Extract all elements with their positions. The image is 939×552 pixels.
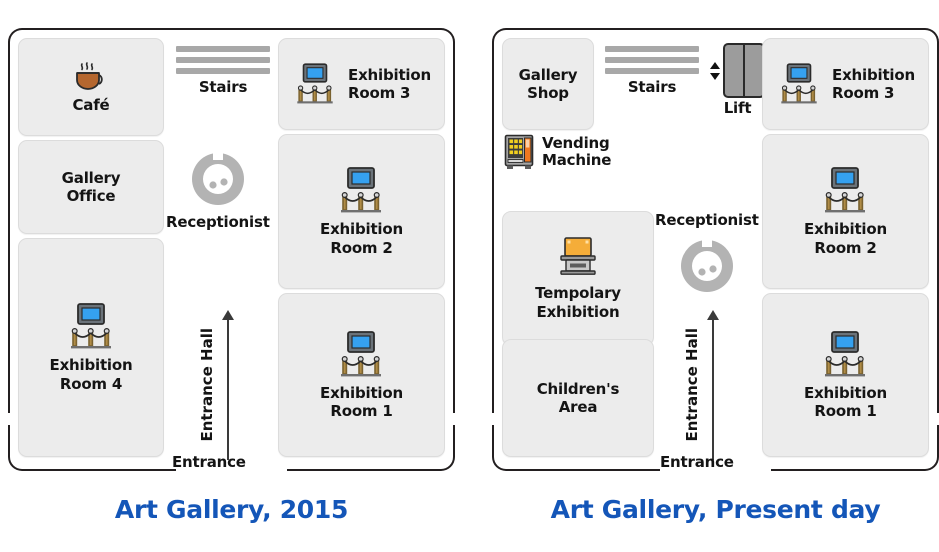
framed-painting-icon <box>819 166 871 216</box>
room-label: Exhibition Room 2 <box>320 220 403 257</box>
coffee-cup-icon <box>73 60 109 92</box>
feature-label: Receptionist <box>655 211 759 229</box>
room-exhibition-room-2[interactable]: Exhibition Room 2 <box>762 134 929 289</box>
room-exhibition-room-3[interactable]: Exhibition Room 3 <box>278 38 445 130</box>
entrance-label: Entrance <box>660 453 734 471</box>
room-exhibition-room-3[interactable]: Exhibition Room 3 <box>762 38 929 130</box>
framed-painting-icon <box>65 302 117 352</box>
stairs-icon <box>176 46 270 74</box>
lift-icon <box>710 43 765 98</box>
feature-lift[interactable]: Lift <box>710 43 765 117</box>
room-childrens-area[interactable]: Children's Area <box>502 339 654 457</box>
entrance-label: Entrance <box>172 453 246 471</box>
up-down-arrows-icon <box>710 61 720 80</box>
room-label: Café <box>72 95 110 114</box>
room-tempolary-exhibition[interactable]: Tempolary Exhibition <box>502 211 654 346</box>
reception-desk-icon <box>676 235 738 297</box>
room-label: Exhibition Room 1 <box>804 383 887 420</box>
room-label: Exhibition Room 3 <box>832 65 915 102</box>
framed-painting-icon <box>335 166 387 216</box>
feature-receptionist: Receptionist <box>166 148 270 231</box>
room-label: Exhibition Room 3 <box>348 65 431 102</box>
entrance-hall-label: Entrance Hall <box>198 328 216 442</box>
room-label: Gallery Shop <box>518 65 578 102</box>
room-exhibition-room-2[interactable]: Exhibition Room 2 <box>278 134 445 289</box>
framed-painting-icon <box>335 330 387 380</box>
room-label: Exhibition Room 1 <box>320 383 403 420</box>
feature-label: Stairs <box>198 78 248 96</box>
room-exhibition-room-4[interactable]: Exhibition Room 4 <box>18 238 164 457</box>
room-cafe[interactable]: Café <box>18 38 164 136</box>
display-stand-icon <box>555 236 601 280</box>
room-gallery-shop[interactable]: Gallery Shop <box>502 38 594 130</box>
framed-painting-icon <box>819 330 871 380</box>
feature-stairs: Stairs <box>605 46 699 96</box>
entrance-hall-2015: Entrance Hall <box>198 310 234 460</box>
room-exhibition-room-1[interactable]: Exhibition Room 1 <box>762 293 929 457</box>
feature-label: Receptionist <box>166 213 270 231</box>
room-gallery-office[interactable]: Gallery Office <box>18 140 164 234</box>
up-arrow-icon <box>707 310 719 460</box>
floor-plan-gallery-present-day: Gallery Shop Vending Machine Tempolary E… <box>492 28 939 471</box>
feature-stairs: Stairs <box>176 46 270 96</box>
room-label: Exhibition Room 2 <box>804 220 887 257</box>
room-label: Tempolary Exhibition <box>535 284 621 321</box>
feature-receptionist: Receptionist <box>655 211 759 297</box>
room-label: Gallery Office <box>61 168 121 205</box>
framed-painting-icon <box>776 62 822 107</box>
room-label: Exhibition Room 4 <box>49 356 133 393</box>
framed-painting-icon <box>292 62 338 107</box>
caption-gallery-present-day: Art Gallery, Present day <box>550 495 881 524</box>
room-label: Children's Area <box>536 379 620 416</box>
feature-label: Lift <box>723 99 752 117</box>
reception-desk-icon <box>187 148 249 210</box>
caption-gallery-2015: Art Gallery, 2015 <box>114 495 349 524</box>
up-arrow-icon <box>222 310 234 460</box>
floor-plan-gallery-2015: Café Gallery Office Exhibition Room 4 St… <box>8 28 455 471</box>
room-exhibition-room-1[interactable]: Exhibition Room 1 <box>278 293 445 457</box>
feature-label: Vending Machine <box>542 133 612 169</box>
feature-vending-machine: Vending Machine <box>504 134 611 170</box>
vending-machine-icon <box>504 134 534 170</box>
stairs-icon <box>605 46 699 74</box>
feature-label: Stairs <box>627 78 677 96</box>
entrance-hall-present-day: Entrance Hall <box>683 310 719 460</box>
floor-plan-comparison: Café Gallery Office Exhibition Room 4 St… <box>0 0 939 552</box>
entrance-hall-label: Entrance Hall <box>683 328 701 442</box>
